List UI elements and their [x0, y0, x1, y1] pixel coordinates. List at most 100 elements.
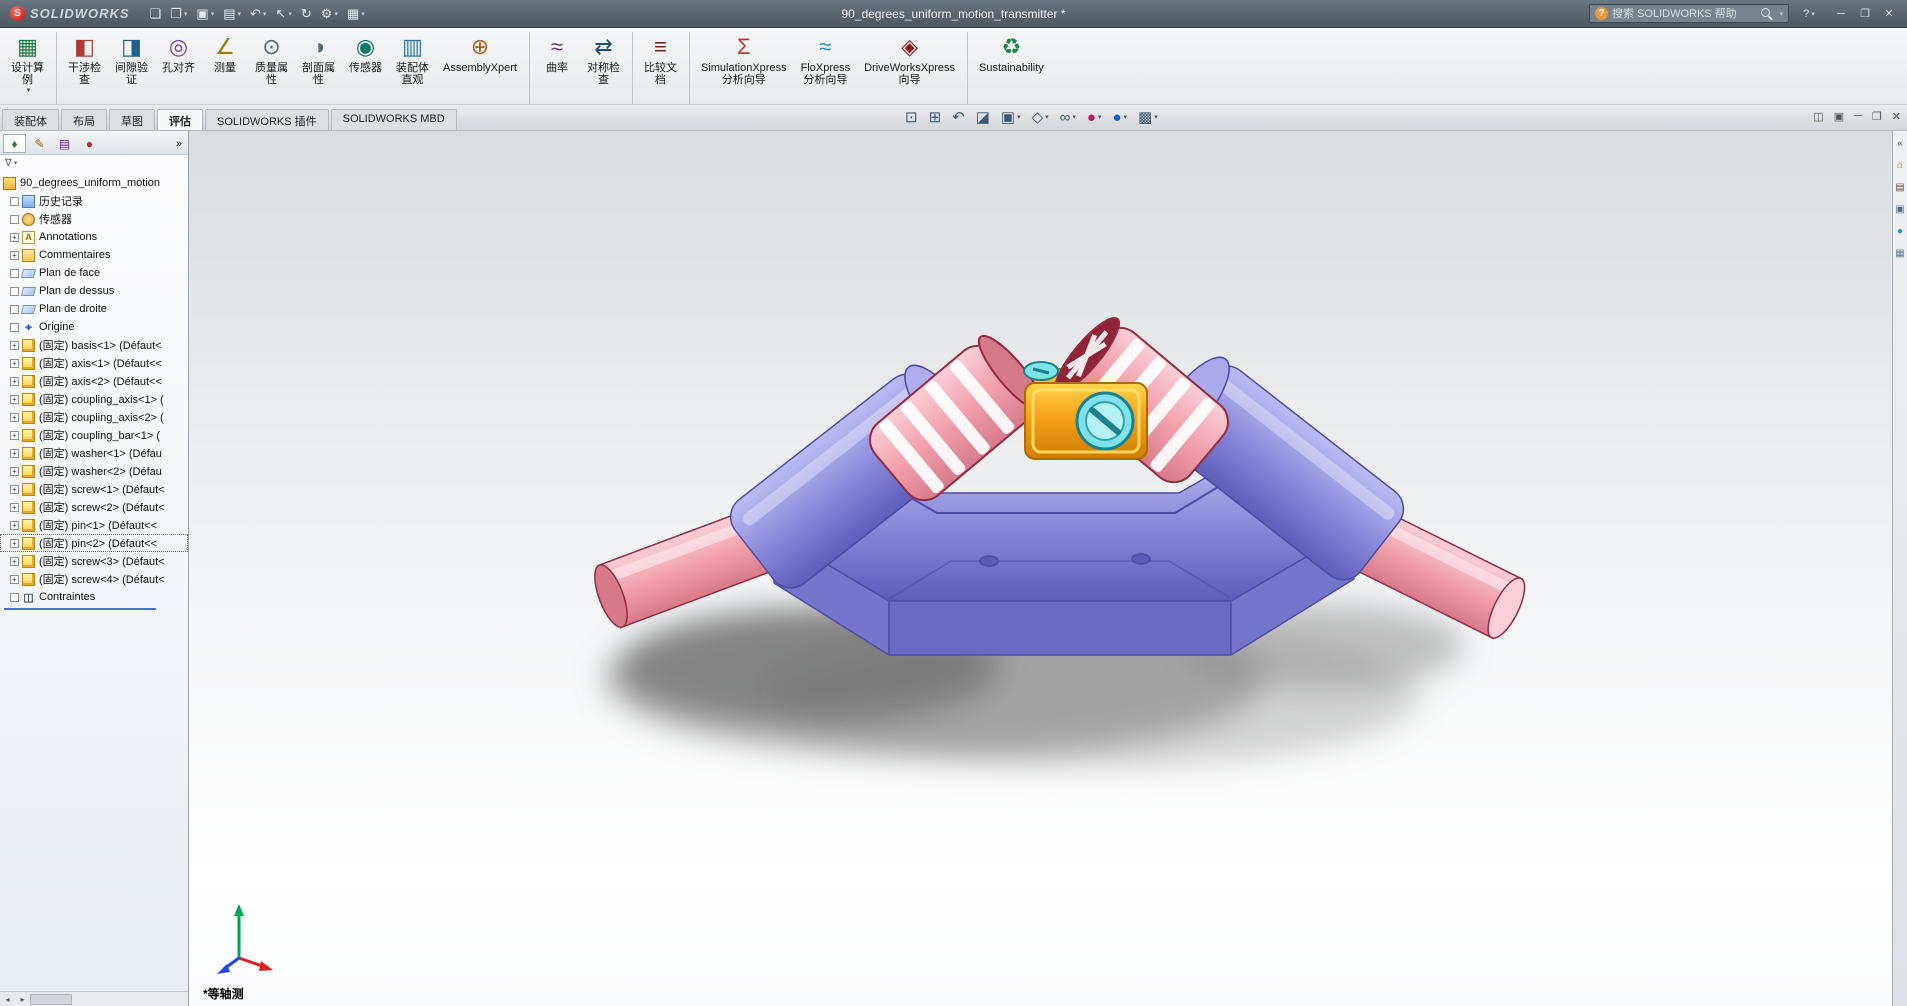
heads-up-button[interactable]: ◪ ▾	[976, 108, 990, 126]
doc-restore-icon[interactable]: ❐	[1872, 110, 1882, 123]
tree-item[interactable]: + (固定) coupling_axis<2> (	[0, 408, 188, 426]
expander-icon[interactable]: +	[10, 466, 19, 476]
ribbon-button[interactable]: ⊕ AssemblyXpert ▾	[436, 32, 530, 104]
expander-icon[interactable]: +	[10, 358, 19, 368]
dropdown-arrow-icon[interactable]: ▾	[334, 10, 338, 18]
model-3d-view[interactable]	[189, 131, 1892, 1006]
heads-up-button[interactable]: ∞ ▾	[1060, 109, 1076, 126]
quick-access-button[interactable]: ▤ ▾	[219, 4, 245, 24]
ribbon-button[interactable]: Σ SimulationXpress 分析向导 ▾	[694, 32, 794, 104]
panel-tab[interactable]: ♦	[3, 134, 26, 153]
panel-tab[interactable]: ●	[78, 134, 101, 153]
expander-icon[interactable]: +	[10, 484, 19, 494]
commandmanager-tab[interactable]: 草图	[109, 109, 155, 130]
scroll-left-arrow[interactable]: ◂	[0, 993, 15, 1006]
panel-tabs-overflow-chevron[interactable]: »	[176, 138, 185, 150]
commandmanager-tab[interactable]: SOLIDWORKS 插件	[205, 109, 329, 130]
panel-tab[interactable]: ✎	[28, 134, 51, 153]
quick-access-button[interactable]: ↖ ▾	[271, 4, 295, 24]
tree-item[interactable]: 历史记录	[0, 192, 188, 210]
expander-icon[interactable]: +	[10, 430, 19, 440]
tree-item[interactable]: Plan de droite	[0, 300, 188, 318]
ribbon-button[interactable]: ▥ 装配体 直观 ▾	[389, 32, 436, 104]
tree-item[interactable]: + (固定) screw<4> (Défaut<	[0, 570, 188, 588]
ribbon-button[interactable]: ◎ 孔对齐 ▾	[155, 32, 202, 104]
quick-access-button[interactable]: ↻ ▾	[297, 4, 316, 24]
expander-icon[interactable]	[10, 322, 19, 332]
ribbon-button[interactable]: ◨ 间隙验 证 ▾	[108, 32, 155, 104]
tree-item[interactable]: + (固定) basis<1> (Défaut<	[0, 336, 188, 354]
ribbon-button[interactable]: ≈ FloXpress 分析向导 ▾	[794, 32, 858, 104]
dropdown-arrow-icon[interactable]: ▾	[1017, 113, 1021, 121]
heads-up-button[interactable]: ↶ ▾	[952, 108, 965, 126]
quick-access-button[interactable]: ▣ ▾	[192, 4, 218, 24]
custom-properties-icon[interactable]: ▦	[1895, 249, 1904, 259]
appearances-icon[interactable]: ●	[1897, 227, 1903, 237]
doc-close-icon[interactable]: ✕	[1892, 110, 1901, 123]
dropdown-arrow-icon[interactable]: ▾	[288, 10, 292, 18]
ribbon-button[interactable]: ♻ Sustainability ▾	[972, 32, 1051, 104]
tree-item[interactable]: + (固定) screw<2> (Défaut<	[0, 498, 188, 516]
dropdown-arrow-icon[interactable]: ▾	[1072, 113, 1076, 121]
search-input[interactable]	[1612, 7, 1758, 20]
dropdown-arrow-icon[interactable]: ▾	[263, 10, 267, 18]
heads-up-button[interactable]: ▩ ▾	[1138, 108, 1158, 126]
expander-icon[interactable]	[10, 592, 19, 602]
dropdown-arrow-icon[interactable]: ▾	[1045, 113, 1049, 121]
heads-up-button[interactable]: ◇ ▾	[1032, 108, 1049, 126]
expander-icon[interactable]: +	[10, 250, 19, 260]
expander-icon[interactable]: +	[10, 502, 19, 512]
dropdown-arrow-icon[interactable]: ▾	[1098, 113, 1102, 121]
quick-access-button[interactable]: ▦ ▾	[343, 4, 369, 24]
tree-item[interactable]: + (固定) axis<1> (Défaut<<	[0, 354, 188, 372]
ribbon-button[interactable]: ≡ 比较文 档 ▾	[637, 32, 690, 104]
expander-icon[interactable]: +	[10, 340, 19, 350]
expander-icon[interactable]: +	[10, 394, 19, 404]
tree-item[interactable]: + (固定) washer<1> (Défau	[0, 444, 188, 462]
commandmanager-tab[interactable]: 评估	[157, 109, 203, 130]
tree-item[interactable]: + Commentaires	[0, 246, 188, 264]
expander-icon[interactable]	[10, 286, 19, 296]
ribbon-button[interactable]: ∠ 测量 ▾	[202, 32, 248, 104]
rollback-bar[interactable]	[4, 608, 156, 610]
filter-funnel-icon[interactable]: ∇	[5, 158, 12, 169]
expander-icon[interactable]	[10, 268, 19, 278]
tree-item[interactable]: + (固定) pin<1> (Défaut<<	[0, 516, 188, 534]
scroll-right-arrow[interactable]: ▸	[15, 993, 30, 1006]
expander-icon[interactable]: +	[10, 376, 19, 386]
panel-tab[interactable]: ▤	[53, 134, 76, 153]
commandmanager-tab[interactable]: 布局	[61, 109, 107, 130]
tree-item[interactable]: ◫ Contraintes	[0, 588, 188, 606]
file-explorer-icon[interactable]: ▣	[1895, 205, 1904, 215]
heads-up-button[interactable]: ● ▾	[1112, 109, 1127, 126]
ribbon-button[interactable]: ◑ 剖面属 性 ▾	[295, 32, 342, 104]
tree-item[interactable]: 90_degrees_uniform_motion	[0, 174, 188, 192]
tree-item[interactable]: + (固定) coupling_axis<1> (	[0, 390, 188, 408]
ribbon-button[interactable]: ◈ DriveWorksXpress 向导 ▾	[857, 32, 968, 104]
ribbon-button[interactable]: ≈ 曲率 ▾	[534, 32, 580, 104]
quick-access-button[interactable]: ❐ ▾	[166, 4, 191, 24]
quick-access-button[interactable]: ⚙ ▾	[317, 4, 342, 24]
expander-icon[interactable]: +	[10, 520, 19, 530]
dropdown-arrow-icon[interactable]: ▾	[238, 10, 242, 18]
close-button[interactable]: ✕	[1877, 4, 1901, 24]
commandmanager-tab[interactable]: 装配体	[2, 109, 59, 130]
quick-access-button[interactable]: ↶ ▾	[246, 4, 270, 24]
heads-up-button[interactable]: ● ▾	[1087, 109, 1102, 126]
expander-icon[interactable]	[10, 196, 19, 206]
ribbon-button[interactable]: ▦ 设计算 例 ▾	[4, 32, 57, 104]
scrollbar-thumb[interactable]	[30, 993, 72, 1005]
heads-up-button[interactable]: ⊞ ▾	[929, 108, 942, 126]
tree-item[interactable]: + (固定) pin<2> (Défaut<<	[0, 534, 188, 552]
maximize-button[interactable]: ❐	[1853, 4, 1877, 24]
search-icon[interactable]	[1761, 7, 1773, 20]
expander-icon[interactable]: +	[10, 232, 19, 242]
search-dropdown-icon[interactable]: ▾	[1779, 10, 1783, 18]
tree-item[interactable]: Plan de face	[0, 264, 188, 282]
ribbon-button[interactable]: ◉ 传感器 ▾	[342, 32, 389, 104]
ribbon-button[interactable]: ⇄ 对称检 查 ▾	[580, 32, 633, 104]
viewport-single-icon[interactable]: ▣	[1834, 110, 1844, 123]
commandmanager-tab[interactable]: SOLIDWORKS MBD	[330, 109, 457, 130]
tree-item[interactable]: + (固定) coupling_bar<1> (	[0, 426, 188, 444]
tree-item[interactable]: + (固定) washer<2> (Défau	[0, 462, 188, 480]
